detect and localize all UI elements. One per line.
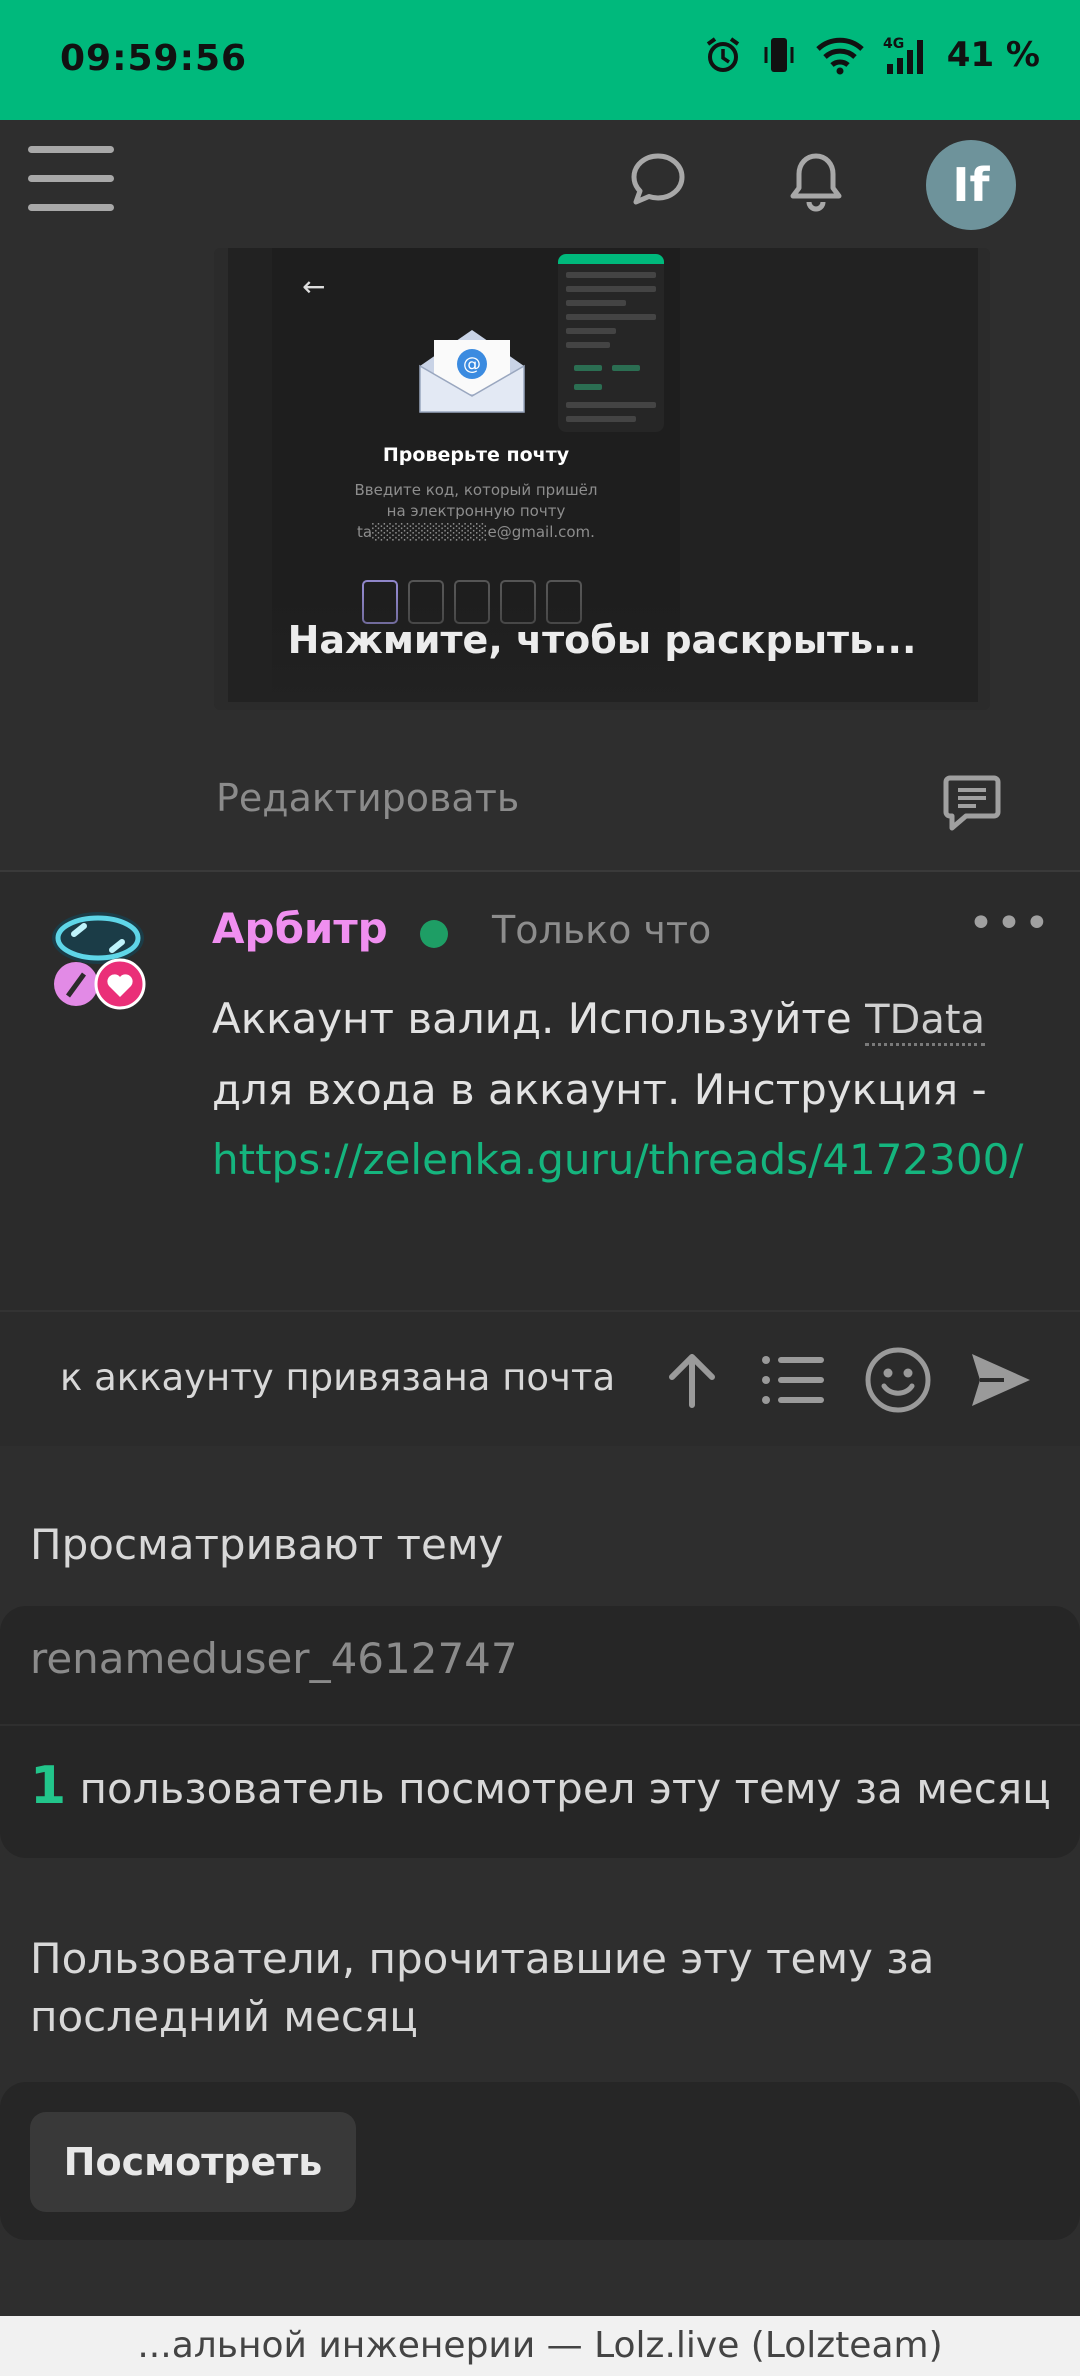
post-actions: Редактировать	[0, 748, 1080, 858]
alarm-icon	[706, 37, 739, 72]
view-readers-button[interactable]: Посмотреть	[30, 2112, 356, 2212]
spoiler-image[interactable]: ← @ Проверьте почту Введите код, который…	[214, 248, 990, 710]
post-time[interactable]: Только что	[492, 908, 711, 952]
bell-icon[interactable]	[786, 150, 846, 214]
post: Арбитр Только что ••• Аккаунт валид. Исп…	[0, 872, 1080, 1310]
tdata-term[interactable]: TData	[865, 997, 986, 1046]
viewing-title: Просматривают тему	[30, 1520, 504, 1569]
mini-panel-preview	[558, 254, 664, 432]
view-count-line: 1 пользователь посмотрел эту тему за мес…	[30, 1756, 1051, 1816]
post-author[interactable]: Арбитр	[212, 904, 388, 953]
wifi-icon	[816, 37, 864, 75]
readers-title: Пользователи, прочитавшие эту тему за по…	[30, 1934, 935, 2041]
status-bar: 09:59:56 4G 41 %	[0, 0, 1080, 120]
post-body: Аккаунт валид. Используйте TData для вхо…	[212, 984, 1042, 1195]
chat-icon[interactable]	[628, 150, 688, 210]
online-status-dot	[420, 920, 448, 948]
user-avatar[interactable]: If	[926, 140, 1016, 230]
status-time: 09:59:56	[60, 38, 248, 79]
preview-title: Проверьте почту	[382, 444, 570, 466]
reply-composer: к аккаунту привязана почта	[0, 1310, 1080, 1446]
card-divider	[0, 1724, 1080, 1726]
view-count: 1	[30, 1756, 67, 1816]
menu-icon[interactable]	[28, 146, 114, 218]
envelope-icon: @	[419, 330, 525, 413]
signal-icon: 4G	[883, 36, 923, 74]
post-text-continued: для входа в аккаунт. Инструкция -	[212, 1065, 987, 1114]
arrow-up-icon[interactable]	[662, 1349, 722, 1411]
composer-tools	[662, 1346, 1032, 1414]
readers-card: Посмотреть	[0, 2082, 1080, 2240]
expand-hint[interactable]: Нажмите, чтобы раскрыть...	[214, 618, 990, 662]
vibrate-icon	[764, 38, 794, 72]
page-title-bar: ...альной инженерии — Lolz.live (Lolztea…	[0, 2316, 1080, 2376]
more-options-icon[interactable]: •••	[968, 898, 1052, 949]
instruction-link[interactable]: https://zelenka.guru/threads/4172300/	[212, 1135, 1023, 1184]
back-arrow-icon: ←	[302, 270, 326, 303]
send-icon[interactable]	[970, 1350, 1032, 1410]
svg-text:4G: 4G	[883, 36, 904, 52]
message-input[interactable]: к аккаунту привязана почта	[60, 1356, 615, 1399]
preview-description: Введите код, который пришёл на электронн…	[354, 481, 598, 541]
list-icon[interactable]	[760, 1353, 826, 1407]
viewing-card: renameduser_4612747 1 пользователь посмо…	[0, 1606, 1080, 1858]
emoji-icon[interactable]	[864, 1346, 932, 1414]
post-text: Аккаунт валид. Используйте	[212, 994, 866, 1043]
app-bar: If	[0, 120, 1080, 248]
arbiter-avatar[interactable]	[46, 904, 154, 1012]
reply-icon[interactable]	[940, 770, 1004, 834]
edit-link[interactable]: Редактировать	[216, 776, 519, 820]
battery-level: 41 %	[946, 35, 1040, 75]
svg-text:@: @	[463, 354, 481, 375]
status-icons: 4G 41 %	[703, 34, 1040, 76]
viewer-username[interactable]: renameduser_4612747	[30, 1634, 518, 1683]
view-count-text: пользователь посмотрел эту тему за месяц	[79, 1764, 1051, 1813]
